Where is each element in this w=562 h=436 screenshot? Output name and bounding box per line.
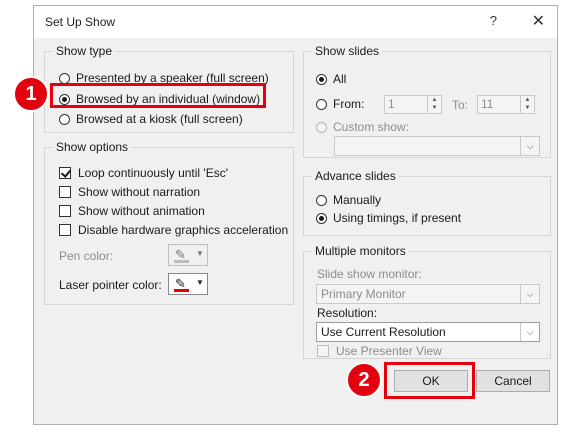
- no-animation-label: Show without animation: [78, 204, 205, 218]
- chevron-down-icon: ⌵: [520, 137, 539, 155]
- dialog-title: Set Up Show: [45, 15, 116, 29]
- from-value: 1: [388, 97, 395, 111]
- no-narration-label: Show without narration: [78, 185, 201, 199]
- chevron-down-icon: ⌵: [520, 285, 539, 303]
- resolution-value: Use Current Resolution: [321, 325, 446, 339]
- callout-badge-1: 1: [13, 76, 49, 112]
- timings-option[interactable]: Using timings, if present: [316, 211, 461, 225]
- disable-hw-label: Disable hardware graphics acceleration: [78, 223, 289, 237]
- chevron-down-icon: ▼: [196, 249, 204, 258]
- custom-label: Custom show:: [333, 120, 410, 134]
- from-label: From:: [333, 97, 365, 111]
- loop-checkbox[interactable]: [59, 167, 71, 179]
- slide-show-monitor-label: Slide show monitor:: [317, 267, 422, 281]
- presenter-view-option[interactable]: Use Presenter View: [317, 344, 442, 358]
- slide-show-monitor-value: Primary Monitor: [321, 287, 406, 301]
- custom-show-dropdown[interactable]: ⌵: [334, 136, 540, 156]
- radio-from[interactable]: [316, 98, 327, 110]
- cancel-button[interactable]: Cancel: [476, 370, 550, 392]
- presenter-view-label: Use Presenter View: [336, 344, 442, 358]
- show-type-legend: Show type: [53, 44, 116, 58]
- radio-manually[interactable]: [316, 194, 327, 206]
- pen-color-button[interactable]: ✎ ▼: [168, 244, 208, 266]
- radio-kiosk[interactable]: [59, 113, 70, 125]
- resolution-label: Resolution:: [317, 306, 378, 320]
- manually-option[interactable]: Manually: [316, 193, 381, 207]
- radio-custom[interactable]: [316, 121, 327, 133]
- kiosk-label: Browsed at a kiosk (full screen): [76, 112, 243, 126]
- no-narration-option[interactable]: Show without narration: [59, 185, 200, 199]
- ok-button-highlight: [384, 362, 475, 399]
- show-slides-legend: Show slides: [312, 44, 383, 58]
- pen-color-label: Pen color:: [59, 249, 114, 263]
- multiple-monitors-group: Multiple monitors Slide show monitor: Pr…: [303, 244, 551, 359]
- disable-hw-checkbox[interactable]: [59, 224, 71, 236]
- laser-color-button[interactable]: ✎ ▼: [168, 273, 208, 295]
- slide-show-monitor-dropdown[interactable]: Primary Monitor ⌵: [316, 284, 540, 304]
- disable-hw-option[interactable]: Disable hardware graphics acceleration: [59, 223, 288, 237]
- no-narration-checkbox[interactable]: [59, 186, 71, 198]
- browsed-at-kiosk-option[interactable]: Browsed at a kiosk (full screen): [59, 112, 243, 126]
- advance-slides-legend: Advance slides: [312, 169, 399, 183]
- radio-all[interactable]: [316, 73, 327, 85]
- show-options-group: Show options Loop continuously until 'Es…: [44, 140, 294, 305]
- spinner-arrows-icon[interactable]: ▲ ▼: [520, 96, 534, 113]
- all-slides-option[interactable]: All: [316, 72, 346, 86]
- chevron-down-icon: ▼: [196, 278, 204, 287]
- set-up-show-dialog: Set Up Show ? ✕ Show type Presented by a…: [33, 5, 558, 425]
- no-animation-option[interactable]: Show without animation: [59, 204, 205, 218]
- resolution-dropdown[interactable]: Use Current Resolution ⌵: [316, 322, 540, 342]
- title-bar: Set Up Show ? ✕: [34, 6, 557, 38]
- spinner-arrows-icon[interactable]: ▲ ▼: [427, 96, 441, 113]
- radio-timings[interactable]: [316, 212, 327, 224]
- help-button[interactable]: ?: [490, 13, 497, 28]
- custom-show-option[interactable]: Custom show:: [316, 120, 409, 134]
- radio-speaker[interactable]: [59, 72, 70, 84]
- laser-color-label: Laser pointer color:: [59, 278, 162, 292]
- timings-label: Using timings, if present: [333, 211, 462, 225]
- close-icon[interactable]: ✕: [532, 11, 545, 31]
- pen-color-swatch: [174, 260, 189, 263]
- show-options-legend: Show options: [53, 140, 132, 154]
- laser-color-swatch: [174, 289, 189, 292]
- loop-option[interactable]: Loop continuously until 'Esc': [59, 166, 228, 180]
- no-animation-checkbox[interactable]: [59, 205, 71, 217]
- advance-slides-group: Advance slides Manually Using timings, i…: [303, 169, 551, 236]
- callout-badge-2: 2: [346, 362, 382, 398]
- presenter-view-checkbox[interactable]: [317, 345, 329, 357]
- manually-label: Manually: [333, 193, 382, 207]
- show-slides-group: Show slides All From: 1 ▲ ▼ To: 11 ▲ ▼ Cus…: [303, 44, 551, 158]
- chevron-down-icon: ⌵: [520, 323, 539, 341]
- individual-option-highlight: [50, 83, 266, 108]
- all-label: All: [333, 72, 347, 86]
- from-spinner[interactable]: 1 ▲ ▼: [384, 95, 442, 114]
- to-spinner[interactable]: 11 ▲ ▼: [477, 95, 535, 114]
- loop-label: Loop continuously until 'Esc': [78, 166, 229, 180]
- multiple-monitors-legend: Multiple monitors: [312, 244, 409, 258]
- to-label: To:: [452, 98, 469, 112]
- to-value: 11: [481, 97, 494, 111]
- from-option[interactable]: From:: [316, 97, 364, 111]
